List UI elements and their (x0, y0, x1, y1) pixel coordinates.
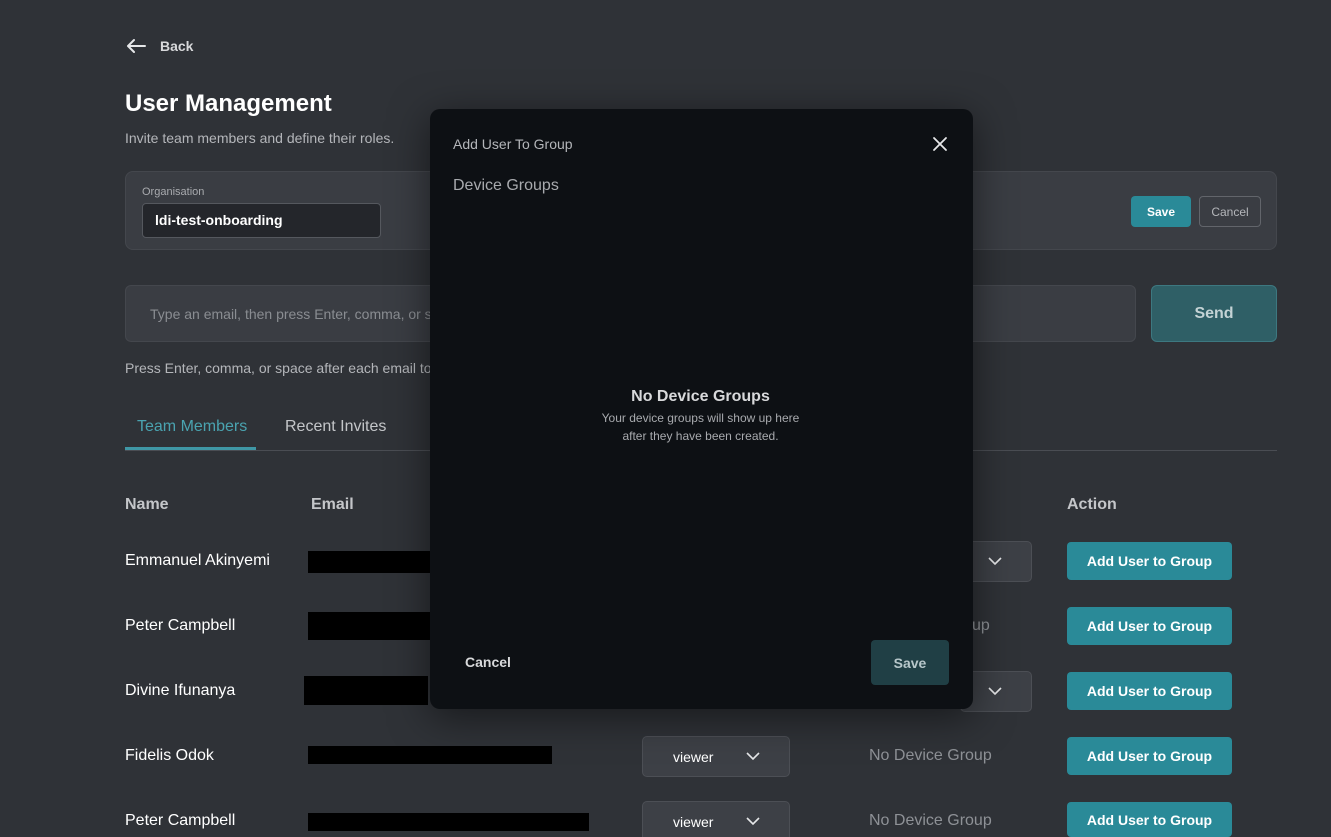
member-name: Divine Ifunanya (125, 682, 236, 699)
invite-helper-text: Press Enter, comma, or space after each … (125, 360, 451, 376)
device-group-text: No Device Group (869, 812, 992, 829)
tab-recent-invites[interactable]: Recent Invites (285, 418, 386, 436)
chevron-down-icon (746, 817, 760, 826)
page-subtitle: Invite team members and define their rol… (125, 130, 395, 146)
redacted-email (308, 746, 552, 764)
modal-cancel-button[interactable]: Cancel (465, 654, 511, 670)
member-name: Peter Campbell (125, 617, 236, 634)
redacted-email (308, 612, 434, 640)
device-group-text: No Device Group (869, 747, 992, 764)
add-user-to-group-modal: Add User To Group Device Groups No Devic… (430, 109, 973, 709)
role-select[interactable]: viewer (642, 736, 790, 777)
back-link[interactable]: Back (126, 38, 193, 54)
arrow-left-icon (127, 39, 146, 53)
redacted-email (304, 676, 428, 705)
redacted-email (308, 813, 589, 831)
column-header-email: Email (311, 496, 354, 513)
role-value: viewer (673, 813, 714, 830)
user-management-page: Back User Management Invite team members… (0, 0, 1331, 837)
chevron-down-icon (988, 557, 1002, 566)
add-user-to-group-button[interactable]: Add User to Group (1067, 672, 1232, 710)
chevron-down-icon (746, 752, 760, 761)
device-groups-heading: Device Groups (453, 177, 559, 194)
organisation-cancel-button[interactable]: Cancel (1199, 196, 1261, 227)
add-user-to-group-button[interactable]: Add User to Group (1067, 607, 1232, 645)
role-select[interactable]: viewer (642, 801, 790, 837)
send-invite-button[interactable]: Send (1151, 285, 1277, 342)
redacted-email (308, 551, 434, 573)
member-name: Emmanuel Akinyemi (125, 552, 270, 569)
add-user-to-group-button[interactable]: Add User to Group (1067, 542, 1232, 580)
close-icon[interactable] (930, 134, 950, 154)
column-header-action: Action (1067, 496, 1117, 513)
organisation-label: Organisation (142, 186, 205, 198)
organisation-save-button[interactable]: Save (1131, 196, 1191, 227)
modal-title: Add User To Group (453, 136, 573, 152)
back-label: Back (160, 38, 194, 54)
chevron-down-icon (988, 687, 1002, 696)
organisation-input[interactable]: ldi-test-onboarding (142, 203, 381, 238)
empty-state-description: Your device groups will show up here aft… (601, 411, 800, 443)
role-value: viewer (673, 748, 714, 765)
empty-state-title: No Device Groups (631, 388, 770, 405)
modal-save-button[interactable]: Save (871, 640, 949, 685)
member-name: Fidelis Odok (125, 747, 214, 764)
add-user-to-group-button[interactable]: Add User to Group (1067, 737, 1232, 775)
add-user-to-group-button[interactable]: Add User to Group (1067, 802, 1232, 837)
column-header-name: Name (125, 496, 169, 513)
device-group-text: up (972, 617, 990, 634)
tab-team-members[interactable]: Team Members (137, 418, 247, 436)
member-name: Peter Campbell (125, 812, 236, 829)
page-title: User Management (125, 90, 332, 117)
active-tab-indicator (125, 447, 256, 450)
